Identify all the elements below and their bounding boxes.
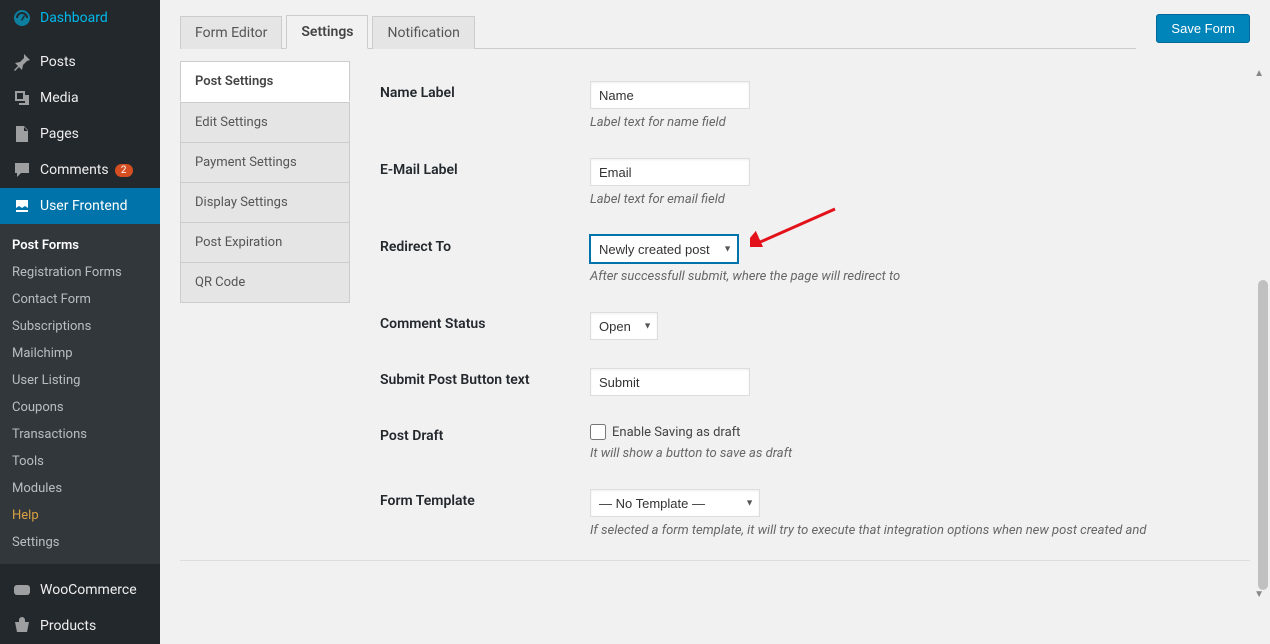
left-tab-display-settings[interactable]: Display Settings (180, 183, 350, 223)
field-post-draft: Post Draft Enable Saving as draft It wil… (380, 424, 1240, 461)
submit-button-text-input[interactable] (590, 368, 750, 396)
draft-checkbox[interactable] (590, 424, 606, 440)
submenu-subscriptions[interactable]: Subscriptions (0, 313, 160, 340)
top-tabs: Form Editor Settings Notification (180, 14, 1136, 49)
field-label: Comment Status (380, 312, 590, 332)
sidebar-label: Comments (40, 162, 109, 178)
field-form-template: Form Template — No Template — If selecte… (380, 489, 1240, 538)
save-form-button[interactable]: Save Form (1156, 14, 1250, 43)
scrollbar[interactable] (1258, 280, 1268, 590)
product-icon (12, 616, 32, 636)
tab-form-editor[interactable]: Form Editor (180, 16, 282, 49)
submenu-tools[interactable]: Tools (0, 448, 160, 475)
media-icon (12, 88, 32, 108)
submenu-mailchimp[interactable]: Mailchimp (0, 340, 160, 367)
sidebar-label: Dashboard (40, 10, 108, 26)
main-content: Form Editor Settings Notification Save F… (160, 0, 1270, 644)
wpuf-icon (12, 196, 32, 216)
sidebar-item-posts[interactable]: Posts (0, 44, 160, 80)
sidebar-item-comments[interactable]: Comments 2 (0, 152, 160, 188)
field-label: Form Template (380, 489, 590, 509)
field-comment-status: Comment Status Open (380, 312, 1240, 340)
sidebar-label: Posts (40, 54, 76, 70)
tab-notification[interactable]: Notification (372, 16, 474, 49)
email-label-input[interactable] (590, 158, 750, 186)
comment-icon (12, 160, 32, 180)
sidebar-label: Media (40, 90, 79, 106)
field-label: Post Draft (380, 424, 590, 444)
sidebar-item-woocommerce[interactable]: WooCommerce (0, 572, 160, 608)
sidebar-submenu: Post Forms Registration Forms Contact Fo… (0, 224, 160, 564)
draft-checkbox-label[interactable]: Enable Saving as draft (590, 424, 1240, 440)
settings-form: Name Label Label text for name field E-M… (370, 61, 1250, 548)
settings-body: Post Settings Edit Settings Payment Sett… (180, 61, 1250, 561)
left-tab-payment-settings[interactable]: Payment Settings (180, 143, 350, 183)
submenu-help[interactable]: Help (0, 502, 160, 529)
submenu-modules[interactable]: Modules (0, 475, 160, 502)
comment-count-badge: 2 (115, 164, 133, 177)
field-redirect-to: Redirect To Newly created post After suc… (380, 235, 1240, 284)
submenu-user-listing[interactable]: User Listing (0, 367, 160, 394)
help-text: Label text for name field (590, 115, 1240, 130)
sidebar-item-products[interactable]: Products (0, 608, 160, 644)
redirect-to-select[interactable]: Newly created post (590, 235, 738, 263)
pin-icon (12, 52, 32, 72)
sidebar-label: User Frontend (40, 198, 127, 214)
settings-left-tabs: Post Settings Edit Settings Payment Sett… (180, 61, 350, 548)
tab-settings[interactable]: Settings (286, 15, 368, 49)
submenu-transactions[interactable]: Transactions (0, 421, 160, 448)
field-label: E-Mail Label (380, 158, 590, 178)
left-tab-post-expiration[interactable]: Post Expiration (180, 223, 350, 263)
woo-icon (12, 580, 32, 600)
sidebar-item-dashboard[interactable]: Dashboard (0, 0, 160, 36)
help-text: After successfull submit, where the page… (590, 269, 1240, 284)
submenu-post-forms[interactable]: Post Forms (0, 232, 160, 259)
field-name-label: Name Label Label text for name field (380, 81, 1240, 130)
draft-checkbox-text: Enable Saving as draft (612, 425, 740, 440)
name-label-input[interactable] (590, 81, 750, 109)
field-submit-button-text: Submit Post Button text (380, 368, 1240, 396)
field-label: Redirect To (380, 235, 590, 255)
submenu-coupons[interactable]: Coupons (0, 394, 160, 421)
gauge-icon (12, 8, 32, 28)
sidebar-item-pages[interactable]: Pages (0, 116, 160, 152)
submenu-settings[interactable]: Settings (0, 529, 160, 556)
scroll-up-icon: ▲ (1254, 68, 1264, 79)
scroll-down-icon: ▼ (1254, 589, 1264, 600)
form-template-select[interactable]: — No Template — (590, 489, 760, 517)
help-text: It will show a button to save as draft (590, 446, 1240, 461)
left-tab-qr-code[interactable]: QR Code (180, 263, 350, 303)
field-email-label: E-Mail Label Label text for email field (380, 158, 1240, 207)
left-tab-edit-settings[interactable]: Edit Settings (180, 102, 350, 143)
sidebar-label: WooCommerce (40, 582, 137, 598)
left-tab-post-settings[interactable]: Post Settings (180, 61, 350, 102)
comment-status-select[interactable]: Open (590, 312, 658, 340)
sidebar-label: Pages (40, 126, 79, 142)
sidebar-item-user-frontend[interactable]: User Frontend (0, 188, 160, 224)
submenu-registration-forms[interactable]: Registration Forms (0, 259, 160, 286)
field-label: Name Label (380, 81, 590, 101)
sidebar-item-media[interactable]: Media (0, 80, 160, 116)
help-text: If selected a form template, it will try… (590, 523, 1240, 538)
header-row: Form Editor Settings Notification Save F… (180, 14, 1250, 49)
field-label: Submit Post Button text (380, 368, 590, 388)
help-text: Label text for email field (590, 192, 1240, 207)
sidebar-label: Products (40, 618, 96, 634)
submenu-contact-form[interactable]: Contact Form (0, 286, 160, 313)
page-icon (12, 124, 32, 144)
admin-sidebar: Dashboard Posts Media Pages Comments 2 U… (0, 0, 160, 644)
